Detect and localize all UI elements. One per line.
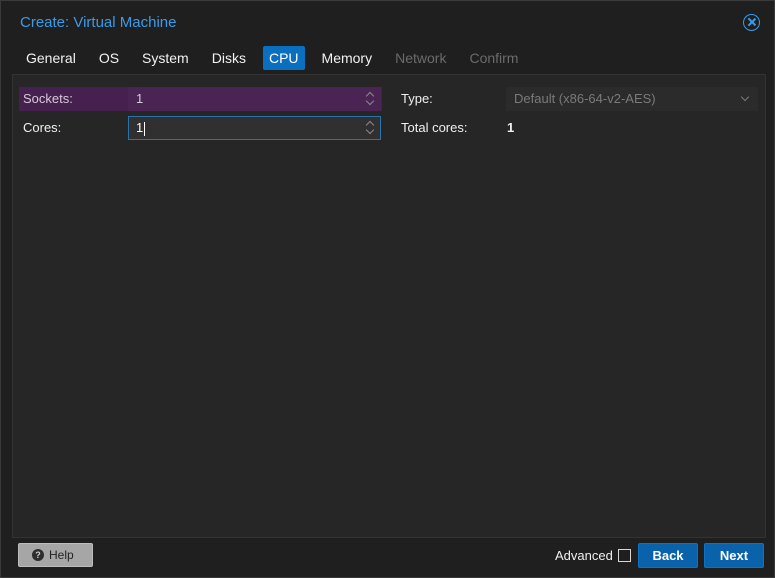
tab-network: Network bbox=[395, 50, 447, 66]
chevron-down-icon[interactable] bbox=[740, 92, 750, 102]
cpu-panel bbox=[12, 74, 766, 538]
sockets-spinner-icon[interactable] bbox=[365, 91, 375, 107]
text-cursor bbox=[144, 121, 146, 136]
question-circle-icon: ? bbox=[32, 549, 44, 561]
total-cores-value: 1 bbox=[507, 120, 515, 135]
back-button[interactable]: Back bbox=[638, 543, 698, 568]
sockets-label: Sockets: bbox=[23, 91, 73, 106]
tab-cpu[interactable]: CPU bbox=[262, 46, 305, 70]
help-label: Help bbox=[49, 548, 74, 562]
cores-spinner-icon[interactable] bbox=[365, 120, 375, 136]
wizard-tabs: General OS System Disks CPU Memory Netwo… bbox=[20, 46, 535, 71]
tab-memory[interactable]: Memory bbox=[316, 46, 379, 70]
create-vm-dialog: Create: Virtual Machine General OS Syste… bbox=[0, 0, 775, 578]
sockets-field[interactable]: 1 bbox=[128, 87, 381, 111]
dialog-titlebar: Create: Virtual Machine bbox=[1, 1, 774, 41]
tab-general[interactable]: General bbox=[20, 46, 82, 70]
type-select[interactable]: Default (x86-64-v2-AES) bbox=[506, 87, 758, 111]
cores-value: 1 bbox=[136, 120, 144, 135]
tab-os[interactable]: OS bbox=[93, 46, 125, 70]
cores-label: Cores: bbox=[23, 120, 62, 135]
tab-confirm: Confirm bbox=[469, 50, 519, 66]
dialog-footer: ? Help Advanced Back Next bbox=[1, 539, 774, 577]
cores-field[interactable]: 1 bbox=[128, 116, 381, 140]
type-value: Default (x86-64-v2-AES) bbox=[514, 91, 656, 106]
total-cores-label: Total cores: bbox=[401, 120, 468, 135]
advanced-checkbox[interactable] bbox=[618, 549, 631, 562]
dialog-title: Create: Virtual Machine bbox=[20, 14, 177, 31]
advanced-label: Advanced bbox=[555, 548, 613, 563]
sockets-value: 1 bbox=[136, 91, 144, 106]
tab-disks[interactable]: Disks bbox=[206, 46, 252, 70]
type-label: Type: bbox=[401, 91, 433, 106]
close-icon[interactable] bbox=[743, 14, 760, 31]
next-button[interactable]: Next bbox=[704, 543, 764, 568]
tab-system[interactable]: System bbox=[136, 46, 195, 70]
help-button[interactable]: ? Help bbox=[18, 543, 93, 567]
